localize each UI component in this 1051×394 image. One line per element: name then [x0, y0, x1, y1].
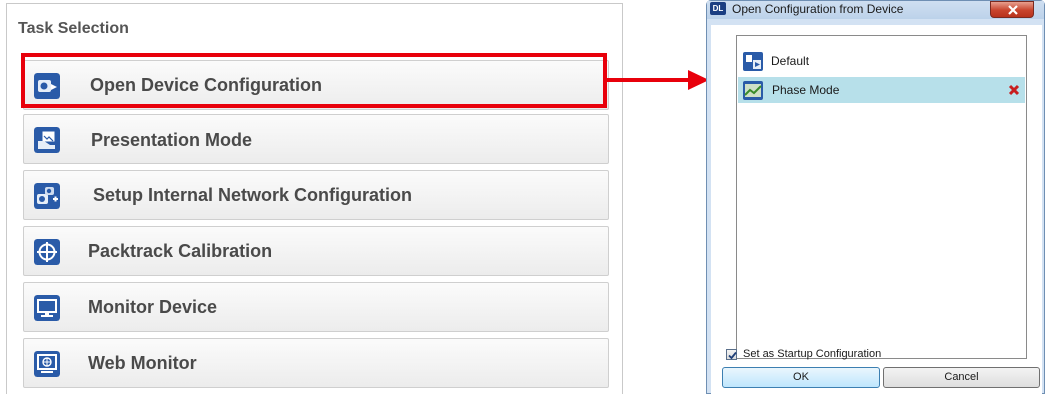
- dialog-body: Default Phase Mode Set as Startup Config…: [711, 25, 1042, 394]
- list-item-default[interactable]: Default: [738, 48, 1025, 74]
- list-item-phase-mode[interactable]: Phase Mode: [738, 77, 1025, 103]
- config-file-icon: [743, 52, 763, 71]
- configuration-list[interactable]: Default Phase Mode: [736, 35, 1027, 359]
- dialog-titlebar[interactable]: DL Open Configuration from Device: [707, 1, 1044, 19]
- list-item-label: Phase Mode: [772, 83, 840, 97]
- list-item-label: Default: [771, 54, 810, 68]
- cancel-button[interactable]: Cancel: [883, 367, 1040, 388]
- checkmark-icon: [728, 351, 737, 360]
- open-configuration-dialog: DL Open Configuration from Device Defaul…: [706, 0, 1045, 394]
- ok-button[interactable]: OK: [722, 367, 880, 388]
- app-logo-icon: DL: [710, 2, 726, 15]
- phase-mode-icon: [743, 81, 763, 100]
- close-button[interactable]: [990, 1, 1034, 18]
- startup-checkbox[interactable]: [726, 349, 737, 360]
- dialog-title: Open Configuration from Device: [732, 2, 904, 16]
- close-icon: [1008, 5, 1018, 15]
- startup-checkbox-label: Set as Startup Configuration: [743, 348, 882, 360]
- delete-icon[interactable]: [1008, 84, 1020, 96]
